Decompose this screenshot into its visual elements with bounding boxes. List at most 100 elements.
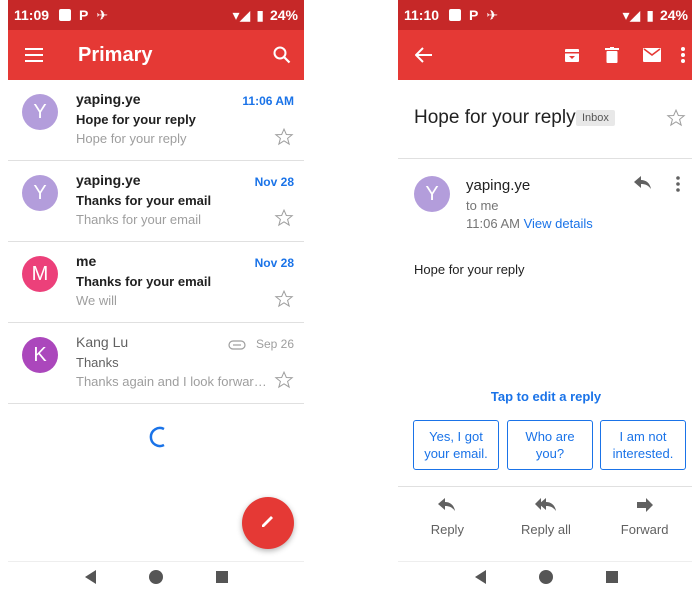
image-notification-icon — [59, 9, 72, 21]
more-vert-icon[interactable] — [676, 176, 680, 197]
system-nav-bar — [398, 561, 692, 592]
loading-spinner — [146, 425, 170, 454]
message-time: 11:06 AM — [466, 216, 520, 231]
star-icon[interactable] — [666, 108, 686, 133]
avatar[interactable]: Y — [22, 94, 58, 130]
attachment-icon — [228, 337, 246, 355]
status-time: 11:10 — [404, 7, 440, 23]
reply-icon — [438, 498, 456, 515]
email-row[interactable]: Yyaping.ye Thanks for your email Thanks fo… — [8, 161, 304, 242]
page-title: Primary — [78, 43, 153, 66]
forward-icon — [636, 498, 653, 515]
nav-home-button[interactable] — [538, 570, 553, 584]
nav-back-button[interactable] — [84, 570, 96, 584]
email-date: 11:06 AM — [242, 94, 294, 108]
smart-reply-yes[interactable]: Yes, I got your email. — [413, 420, 499, 470]
nav-recents-button[interactable] — [215, 571, 228, 583]
email-sender: Kang Lu — [76, 334, 129, 350]
email-subject: Thanks for your email — [76, 193, 212, 208]
email-subject: Thanks for your email — [76, 274, 212, 289]
battery-percent: 24% — [659, 7, 688, 23]
reply-all-button[interactable]: Reply all — [501, 498, 591, 537]
avatar[interactable]: M — [22, 256, 58, 292]
reply-actions: Reply Reply all Forward — [398, 498, 692, 537]
search-icon[interactable] — [262, 35, 302, 75]
email-row[interactable]: K Kang Lu Thanks Thanks again and I look fo… — [8, 323, 304, 404]
inbox-label-chip[interactable]: Inbox — [576, 110, 615, 126]
inbox-screen: 11:09 P ✈ ▾◢ ▮ 24% Primary Yyaping.ye Hop… — [8, 0, 304, 592]
email-sender: me — [76, 253, 97, 269]
divider — [398, 486, 692, 487]
battery-icon: ▮ — [256, 6, 264, 23]
compose-button[interactable] — [242, 497, 294, 549]
message-subject: Hope for your reply — [414, 107, 576, 128]
smart-reply-line: Who are — [525, 429, 575, 444]
back-arrow-icon[interactable] — [404, 35, 444, 75]
reply-all-icon — [534, 498, 557, 515]
email-subject: Thanks — [76, 355, 119, 370]
airplane-icon: ✈ — [96, 6, 109, 23]
reply-icon[interactable] — [634, 176, 652, 195]
app-bar: Primary — [8, 30, 304, 80]
image-notification-icon — [449, 9, 462, 21]
email-row[interactable]: Mme Thanks for your email We will Nov 28 — [8, 242, 304, 323]
status-bar: 11:09 P ✈ ▾◢ ▮ 24% — [8, 0, 304, 30]
star-icon[interactable] — [274, 208, 294, 233]
forward-button[interactable]: Forward — [600, 498, 690, 537]
email-date: Nov 28 — [254, 256, 294, 270]
archive-icon[interactable] — [552, 35, 592, 75]
email-sender: yaping.ye — [76, 91, 141, 107]
avatar[interactable]: Y — [414, 176, 450, 212]
message-screen: 11:10 P ✈ ▾◢ ▮ 24% Hope for your reply I… — [398, 0, 692, 592]
recipient-line: to me — [466, 198, 499, 213]
email-date: Sep 26 — [255, 337, 294, 351]
view-details-link[interactable]: View details — [524, 216, 593, 231]
divider — [398, 158, 692, 159]
status-bar: 11:10 P ✈ ▾◢ ▮ 24% — [398, 0, 692, 30]
email-row[interactable]: Yyaping.ye Hope for your reply Hope for yo… — [8, 80, 304, 161]
battery-percent: 24% — [269, 7, 298, 23]
mail-icon[interactable] — [632, 35, 672, 75]
delete-icon[interactable] — [592, 35, 632, 75]
message-toolbar — [398, 30, 692, 80]
smart-reply-not-interested[interactable]: I am not interested. — [600, 420, 686, 470]
message-body: Hope for your reply — [414, 262, 525, 277]
email-snippet: Thanks for your email — [76, 212, 201, 227]
nav-recents-button[interactable] — [605, 571, 618, 583]
avatar[interactable]: K — [22, 337, 58, 373]
nav-back-button[interactable] — [474, 570, 486, 584]
email-snippet: Hope for your reply — [76, 131, 187, 146]
smart-reply-line: interested. — [612, 446, 674, 461]
star-icon[interactable] — [274, 289, 294, 314]
airplane-icon: ✈ — [486, 6, 499, 23]
tap-to-edit-reply[interactable]: Tap to edit a reply — [398, 389, 692, 404]
signal-icon: ▾◢ — [622, 6, 641, 23]
message-time-row: 11:06 AM View details — [466, 216, 593, 231]
forward-label: Forward — [620, 522, 669, 537]
status-time: 11:09 — [14, 7, 50, 23]
email-sender: yaping.ye — [76, 172, 141, 188]
smart-reply-line: Yes, I got — [429, 429, 483, 444]
nav-home-button[interactable] — [148, 570, 163, 584]
reply-label: Reply — [430, 522, 464, 537]
reply-button[interactable]: Reply — [402, 498, 492, 537]
battery-icon: ▮ — [646, 6, 654, 23]
menu-icon[interactable] — [14, 35, 54, 75]
email-subject: Hope for your reply — [76, 112, 196, 127]
more-vert-icon[interactable] — [672, 35, 692, 75]
signal-icon: ▾◢ — [232, 6, 251, 23]
smart-reply-who[interactable]: Who are you? — [507, 420, 593, 470]
p-notification-icon: P — [79, 7, 89, 23]
smart-reply-line: I am not — [619, 429, 667, 444]
smart-reply-line: your email. — [424, 446, 488, 461]
email-snippet: We will — [76, 293, 117, 308]
avatar[interactable]: Y — [22, 175, 58, 211]
star-icon[interactable] — [274, 127, 294, 152]
system-nav-bar — [8, 561, 304, 592]
email-list: Yyaping.ye Hope for your reply Hope for yo… — [8, 80, 304, 404]
star-icon[interactable] — [274, 370, 294, 395]
reply-all-label: Reply all — [521, 522, 571, 537]
pencil-icon — [259, 512, 277, 535]
p-notification-icon: P — [469, 7, 479, 23]
smart-reply-line: you? — [535, 446, 565, 461]
